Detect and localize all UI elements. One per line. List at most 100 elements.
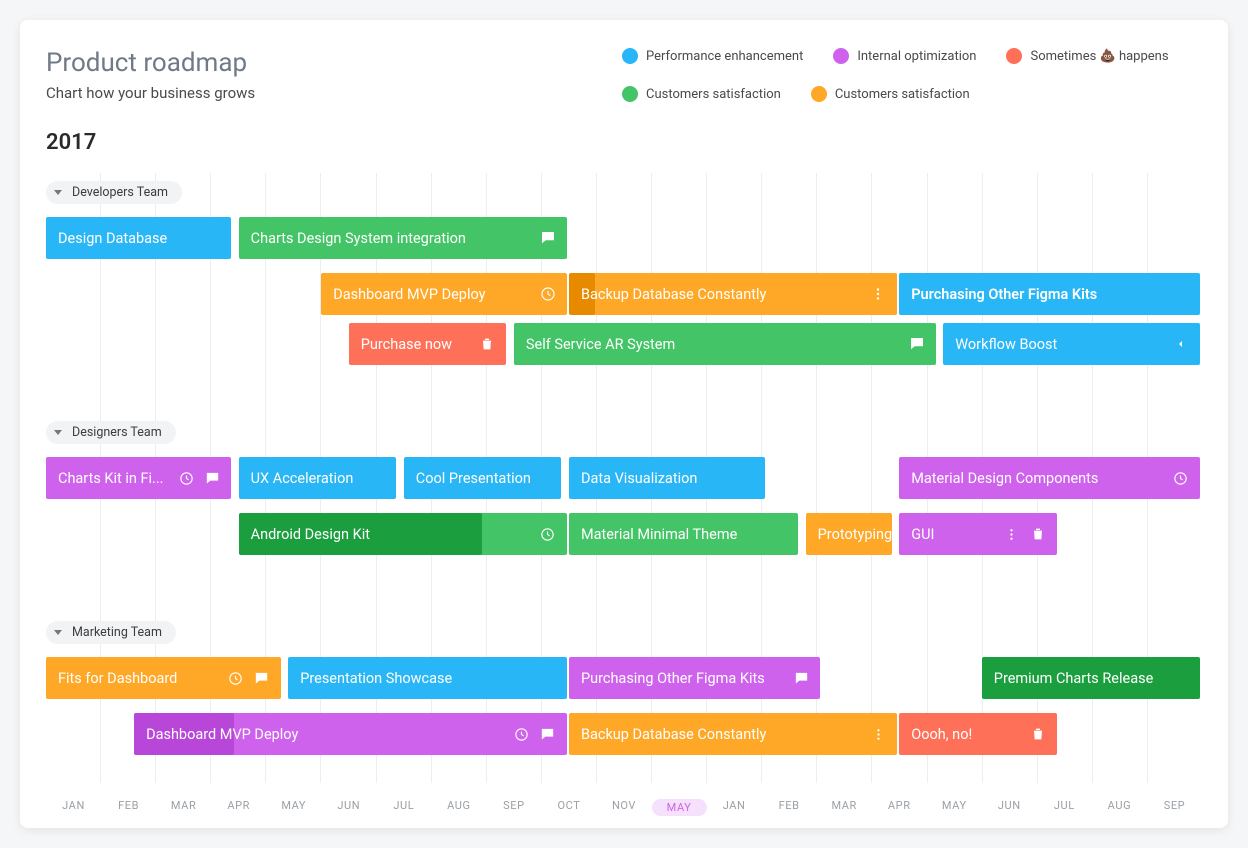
month-label[interactable]: MAR	[156, 799, 211, 816]
chat-icon	[539, 229, 557, 247]
legend-item: Customers satisfaction	[811, 86, 970, 102]
bar-label: Purchasing Other Figma Kits	[911, 286, 1097, 303]
clock-icon	[1172, 469, 1190, 487]
bar-charts-kit[interactable]: Charts Kit in Fi...	[46, 457, 231, 499]
month-label[interactable]: AUG	[1092, 799, 1147, 816]
month-label[interactable]: JUL	[1037, 799, 1092, 816]
bar-gui[interactable]: GUI	[899, 513, 1057, 555]
trash-icon[interactable]	[1029, 525, 1047, 543]
chevron-down-icon	[54, 190, 62, 195]
bar-design-database[interactable]: Design Database	[46, 217, 231, 259]
month-label[interactable]: JAN	[707, 799, 762, 816]
legend-label: Customers satisfaction	[646, 87, 781, 102]
bar-label: Prototyping	[818, 526, 892, 543]
more-icon[interactable]	[869, 725, 887, 743]
bar-prototyping[interactable]: Prototyping	[806, 513, 892, 555]
title-block: Product roadmap Chart how your business …	[46, 48, 255, 102]
bar-material-minimal[interactable]: Material Minimal Theme	[569, 513, 798, 555]
month-label[interactable]: FEB	[762, 799, 817, 816]
bar-label: Purchase now	[361, 336, 452, 353]
month-label[interactable]: JUL	[376, 799, 431, 816]
trash-icon[interactable]	[478, 335, 496, 353]
trash-icon[interactable]	[1029, 725, 1047, 743]
page-subtitle: Chart how your business grows	[46, 84, 255, 102]
clock-icon	[539, 525, 557, 543]
group-toggle-designers[interactable]: Designers Team	[46, 421, 176, 444]
bar-presentation-showcase[interactable]: Presentation Showcase	[288, 657, 567, 699]
bar-android-kit[interactable]: Android Design Kit	[239, 513, 567, 555]
more-icon[interactable]	[1003, 525, 1021, 543]
month-label[interactable]: NOV	[596, 799, 651, 816]
group-toggle-developers[interactable]: Developers Team	[46, 181, 182, 204]
clock-icon	[513, 725, 531, 743]
bar-label: Material Minimal Theme	[581, 526, 737, 543]
legend-dot-icon	[833, 48, 849, 64]
month-label[interactable]: MAY	[927, 799, 982, 816]
bar-dashboard-mvp[interactable]: Dashboard MVP Deploy	[321, 273, 567, 315]
bar-label: Android Design Kit	[251, 526, 370, 543]
bar-purchasing-kits-mkt[interactable]: Purchasing Other Figma Kits	[569, 657, 820, 699]
month-label[interactable]: MAR	[817, 799, 872, 816]
bar-label: Material Design Components	[911, 470, 1098, 487]
bar-workflow-boost[interactable]: Workflow Boost	[943, 323, 1200, 365]
month-label[interactable]: AUG	[431, 799, 486, 816]
month-label[interactable]: JUN	[982, 799, 1037, 816]
page-title: Product roadmap	[46, 48, 255, 78]
legend-dot-icon	[622, 86, 638, 102]
month-label[interactable]: OCT	[541, 799, 596, 816]
group-label: Developers Team	[72, 185, 168, 200]
bar-label: UX Acceleration	[251, 470, 354, 487]
bar-backup-database[interactable]: Backup Database Constantly	[569, 273, 897, 315]
legend-dot-icon	[622, 48, 638, 64]
month-label[interactable]: JAN	[46, 799, 101, 816]
chat-icon	[203, 469, 221, 487]
bar-label: Backup Database Constantly	[581, 726, 766, 743]
group-toggle-marketing[interactable]: Marketing Team	[46, 621, 176, 644]
bar-premium-charts[interactable]: Premium Charts Release	[982, 657, 1200, 699]
roadmap-card: Product roadmap Chart how your business …	[20, 20, 1228, 828]
year-label: 2017	[46, 130, 1202, 155]
month-label[interactable]: MAY	[266, 799, 321, 816]
legend-dot-icon	[811, 86, 827, 102]
month-label[interactable]: FEB	[101, 799, 156, 816]
bar-label: Data Visualization	[581, 470, 697, 487]
month-label[interactable]: SEP	[1147, 799, 1202, 816]
bar-cool-pres[interactable]: Cool Presentation	[404, 457, 562, 499]
legend-dot-icon	[1006, 48, 1022, 64]
bar-label: Self Service AR System	[526, 336, 675, 353]
bar-fits-dashboard[interactable]: Fits for Dashboard	[46, 657, 281, 699]
bar-charts-design-system[interactable]: Charts Design System integration	[239, 217, 567, 259]
month-label[interactable]: JUN	[321, 799, 376, 816]
clock-icon	[177, 469, 195, 487]
bar-label: Cool Presentation	[416, 470, 531, 487]
chat-icon	[253, 669, 271, 687]
caret-left-icon	[1172, 335, 1190, 353]
bar-dashboard-mvp-mkt[interactable]: Dashboard MVP Deploy	[134, 713, 567, 755]
chevron-down-icon	[54, 630, 62, 635]
month-axis: JANFEBMARAPRMAYJUNJULAUGSEPOCTNOVMAYJANF…	[46, 799, 1202, 816]
bar-label: Premium Charts Release	[994, 670, 1153, 687]
legend-item: Customers satisfaction	[622, 86, 781, 102]
bar-self-service[interactable]: Self Service AR System	[514, 323, 936, 365]
bar-data-viz[interactable]: Data Visualization	[569, 457, 765, 499]
month-label[interactable]: SEP	[486, 799, 541, 816]
bar-label: Charts Kit in Fi...	[58, 470, 164, 487]
bar-label: Charts Design System integration	[251, 230, 466, 247]
bar-material-components[interactable]: Material Design Components	[899, 457, 1200, 499]
group-label: Designers Team	[72, 425, 162, 440]
bar-purchase-now[interactable]: Purchase now	[349, 323, 507, 365]
bar-oooh-no[interactable]: Oooh, no!	[899, 713, 1057, 755]
group-label: Marketing Team	[72, 625, 162, 640]
chevron-down-icon	[54, 430, 62, 435]
bar-backup-db-mkt[interactable]: Backup Database Constantly	[569, 713, 897, 755]
month-label[interactable]: MAY	[652, 799, 707, 816]
month-label[interactable]: APR	[211, 799, 266, 816]
bar-purchasing-kits[interactable]: Purchasing Other Figma Kits	[899, 273, 1200, 315]
month-label[interactable]: APR	[872, 799, 927, 816]
chat-icon	[792, 669, 810, 687]
more-icon[interactable]	[869, 285, 887, 303]
bar-ux-accel[interactable]: UX Acceleration	[239, 457, 397, 499]
timeline: Developers Team Designers Team Marketing…	[46, 173, 1202, 783]
legend-label: Internal optimization	[857, 49, 976, 64]
legend-item: Internal optimization	[833, 48, 976, 64]
